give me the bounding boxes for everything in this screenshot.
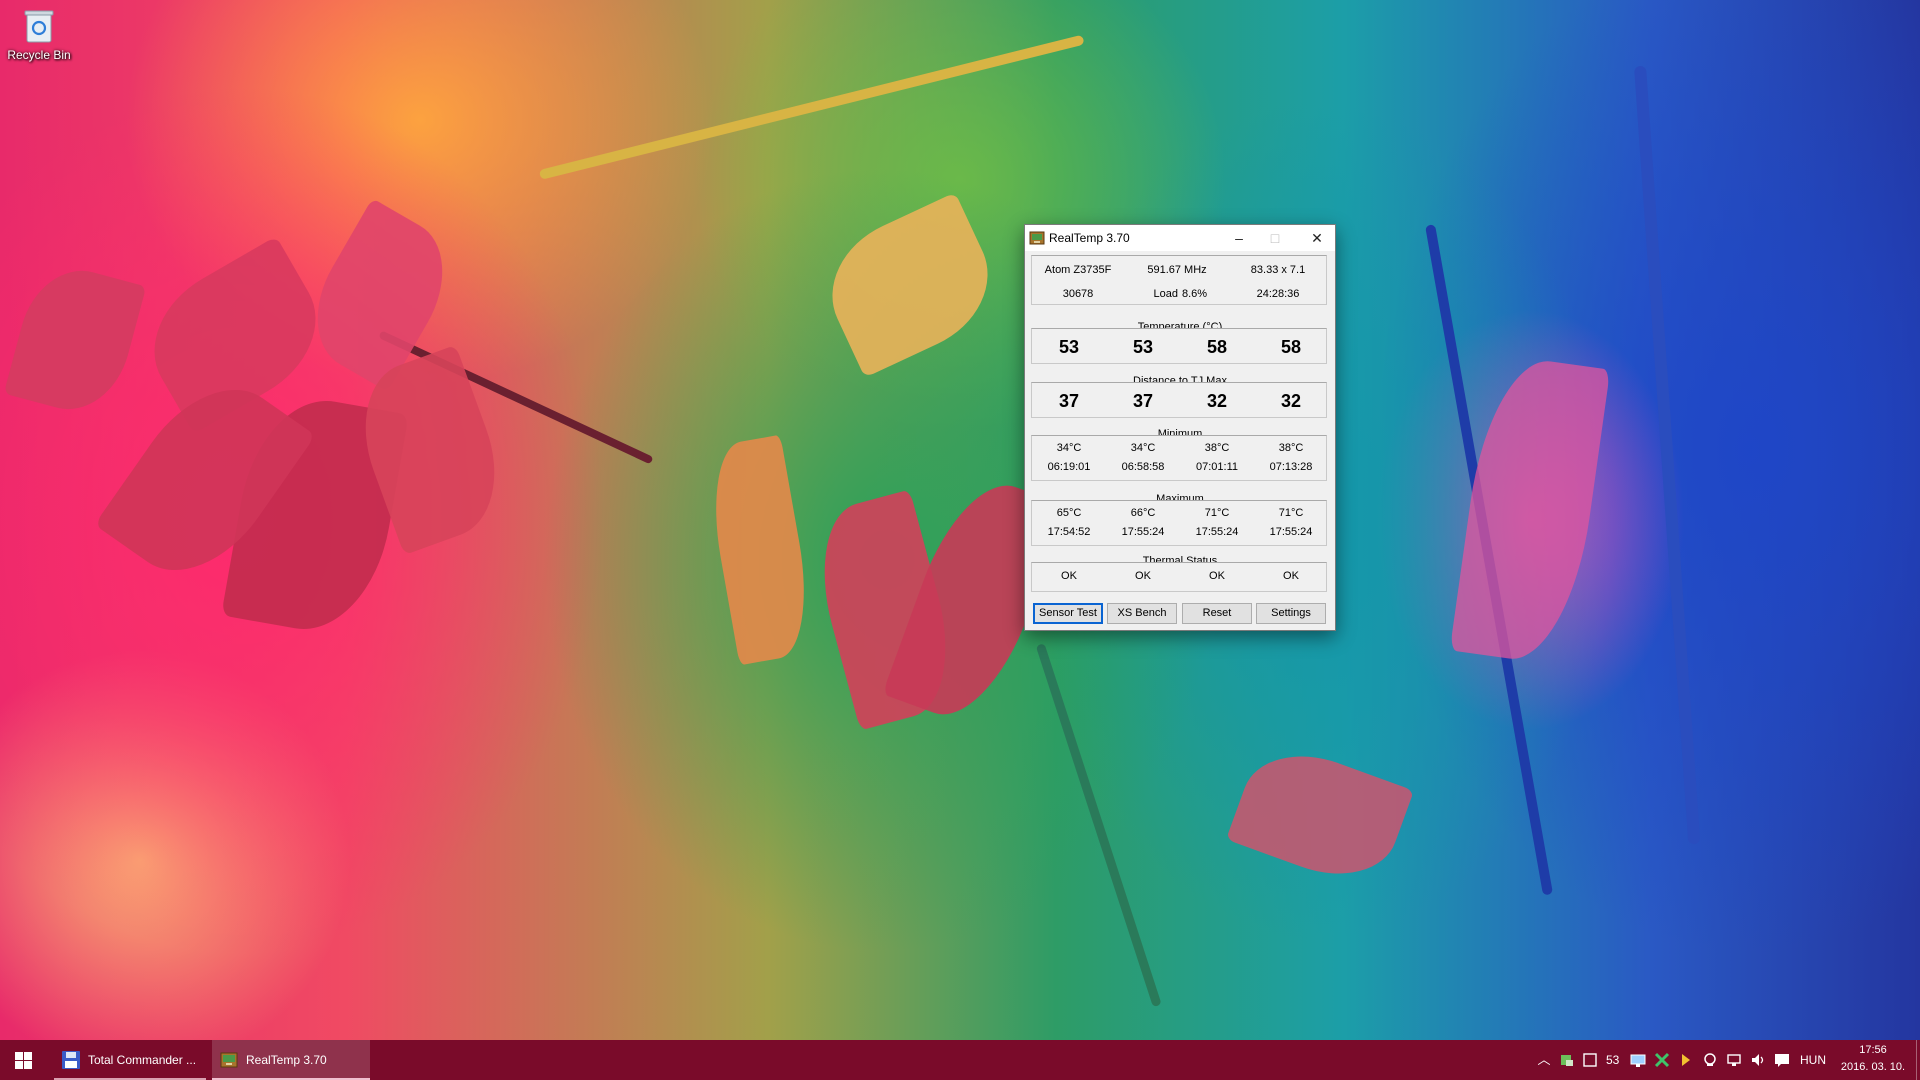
- max-time: 17:55:24: [1269, 526, 1313, 538]
- max-temperature: 65°C: [1056, 507, 1082, 519]
- distance-panel: 37 37 32 32: [1031, 382, 1327, 418]
- wallpaper-stem: [538, 34, 1085, 180]
- core-distance: 32: [1206, 391, 1228, 411]
- temperature-readout[interactable]: 53: [1606, 1053, 1619, 1067]
- min-temperature: 34°C: [1056, 442, 1082, 454]
- core-temperature: 58: [1206, 337, 1228, 357]
- volume-icon[interactable]: [1750, 1052, 1766, 1068]
- arrow-tray-icon[interactable]: [1678, 1052, 1694, 1068]
- cpu-info-panel: Atom Z3735F 591.67 MHz 83.33 x 7.1 30678…: [1031, 255, 1327, 305]
- cpu-multiplier: 83.33 x 7.1: [1250, 264, 1306, 276]
- desktop-wallpaper: Recycle Bin: [0, 0, 1920, 1040]
- show-hidden-icons-chevron-icon[interactable]: ︿: [1536, 1052, 1552, 1068]
- taskbar-item-realtemp[interactable]: RealTemp 3.70: [212, 1040, 370, 1080]
- taskbar-item-label: RealTemp 3.70: [246, 1053, 327, 1067]
- load-label: Load: [1153, 288, 1178, 300]
- reset-button[interactable]: Reset: [1182, 603, 1252, 624]
- recycle-bin-icon: [24, 8, 54, 44]
- window-icon[interactable]: [1582, 1052, 1598, 1068]
- wallpaper-leaf: [1449, 353, 1611, 667]
- min-temperature: 34°C: [1130, 442, 1156, 454]
- min-time: 06:58:58: [1121, 461, 1165, 473]
- max-time: 17:55:24: [1121, 526, 1165, 538]
- max-temperature: 71°C: [1278, 507, 1304, 519]
- realtemp-window[interactable]: RealTemp 3.70 – □ ✕ Atom Z3735F 591.67 M…: [1024, 224, 1336, 631]
- taskbar-item-label: Total Commander ...: [88, 1053, 197, 1067]
- close-button[interactable]: ✕: [1299, 225, 1335, 251]
- core-temperature: 53: [1058, 337, 1080, 357]
- core-distance: 37: [1058, 391, 1080, 411]
- thermal-status-value: OK: [1283, 570, 1299, 582]
- min-time: 07:01:11: [1195, 461, 1238, 473]
- max-time: 17:54:52: [1047, 526, 1091, 538]
- start-button[interactable]: [0, 1040, 48, 1080]
- thermal-status-panel: OK OK OK OK: [1031, 562, 1327, 592]
- cpu-frequency: 591.67 MHz: [1147, 264, 1207, 276]
- minimum-panel: 34°C 34°C 38°C 38°C 06:19:01 06:58:58 07…: [1031, 435, 1327, 481]
- desktop-icon-recycle-bin[interactable]: Recycle Bin: [4, 8, 74, 62]
- floppy-disk-icon: [62, 1051, 80, 1072]
- minimize-button[interactable]: –: [1221, 225, 1257, 251]
- core-temperature: 58: [1280, 337, 1302, 357]
- thermal-status-value: OK: [1209, 570, 1225, 582]
- max-time: 17:55:24: [1195, 526, 1239, 538]
- core-distance: 32: [1280, 391, 1302, 411]
- maximum-panel: 65°C 66°C 71°C 71°C 17:54:52 17:55:24 17…: [1031, 500, 1327, 546]
- wallpaper-leaf: [3, 258, 147, 422]
- wallpaper-leaf: [1226, 735, 1414, 895]
- max-temperature: 71°C: [1204, 507, 1230, 519]
- wallpaper-leaf: [701, 434, 819, 666]
- network-share-icon[interactable]: [1559, 1052, 1575, 1068]
- maximize-button[interactable]: □: [1257, 225, 1293, 251]
- wallpaper-leaf: [810, 192, 1010, 378]
- taskbar: Total Commander ... RealTemp 3.70 ︿ 53 H…: [0, 1040, 1920, 1080]
- clock-time: 17:56: [1859, 1044, 1887, 1056]
- show-desktop-button[interactable]: [1916, 1040, 1920, 1080]
- clock[interactable]: 17:56 2016. 03. 10.: [1830, 1042, 1916, 1078]
- window-titlebar[interactable]: RealTemp 3.70 – □ ✕: [1025, 225, 1335, 251]
- min-time: 07:13:28: [1269, 461, 1313, 473]
- excel-tray-icon[interactable]: [1654, 1052, 1670, 1068]
- clock-date: 2016. 03. 10.: [1840, 1061, 1906, 1073]
- monitor-tray-icon[interactable]: [1630, 1052, 1646, 1068]
- cloud-sync-icon[interactable]: [1702, 1052, 1718, 1068]
- cpu-vid: 30678: [1062, 288, 1094, 300]
- min-temperature: 38°C: [1204, 442, 1230, 454]
- temperature-panel: 53 53 58 58: [1031, 328, 1327, 364]
- taskbar-item-total-commander[interactable]: Total Commander ...: [54, 1040, 206, 1080]
- wallpaper-stem: [1035, 643, 1162, 1008]
- realtemp-icon: [1029, 230, 1045, 246]
- desktop-icon-label: Recycle Bin: [7, 48, 71, 62]
- settings-button[interactable]: Settings: [1256, 603, 1326, 624]
- xs-bench-button[interactable]: XS Bench: [1107, 603, 1177, 624]
- realtemp-icon: [220, 1051, 238, 1072]
- thermal-status-value: OK: [1135, 570, 1151, 582]
- uptime: 24:28:36: [1256, 288, 1300, 300]
- core-distance: 37: [1132, 391, 1154, 411]
- network-icon[interactable]: [1726, 1052, 1742, 1068]
- max-temperature: 66°C: [1130, 507, 1156, 519]
- action-center-icon[interactable]: [1774, 1052, 1790, 1068]
- input-language-indicator[interactable]: HUN: [1800, 1053, 1826, 1067]
- wallpaper-stem: [1634, 65, 1701, 845]
- thermal-status-value: OK: [1061, 570, 1077, 582]
- load-value: 8.6%: [1182, 288, 1208, 300]
- min-time: 06:19:01: [1047, 461, 1091, 473]
- sensor-test-button[interactable]: Sensor Test: [1033, 603, 1103, 624]
- window-title: RealTemp 3.70: [1049, 231, 1130, 245]
- core-temperature: 53: [1132, 337, 1154, 357]
- cpu-model: Atom Z3735F: [1044, 264, 1112, 276]
- windows-logo-icon: [15, 1052, 32, 1072]
- min-temperature: 38°C: [1278, 442, 1304, 454]
